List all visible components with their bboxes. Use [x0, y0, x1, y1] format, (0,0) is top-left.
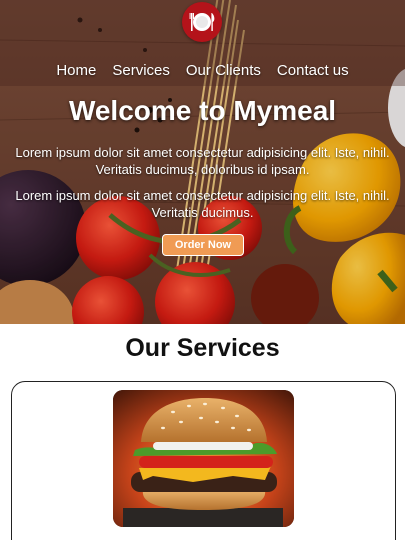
plate-fork-knife-icon [189, 13, 215, 31]
hero-section: Home Services Our Clients Contact us Wel… [0, 0, 405, 324]
service-card-image [113, 390, 294, 527]
services-title: Our Services [125, 334, 280, 362]
nav-item-contact-us[interactable]: Contact us [269, 60, 357, 82]
hero-paragraph-2: Lorem ipsum dolor sit amet consectetur a… [15, 188, 390, 220]
burger-photo [113, 390, 294, 527]
nav-item-home[interactable]: Home [48, 60, 104, 82]
order-now-button[interactable]: Order Now [162, 234, 244, 256]
nav-item-our-clients[interactable]: Our Clients [178, 60, 269, 82]
logo[interactable] [182, 2, 222, 42]
main-nav: Home Services Our Clients Contact us [0, 60, 405, 82]
hero-paragraph-1: Lorem ipsum dolor sit amet consectetur a… [15, 145, 390, 177]
hero-title: Welcome to Mymeal [68, 95, 337, 126]
service-card[interactable] [11, 381, 396, 540]
nav-item-services[interactable]: Services [104, 60, 178, 82]
